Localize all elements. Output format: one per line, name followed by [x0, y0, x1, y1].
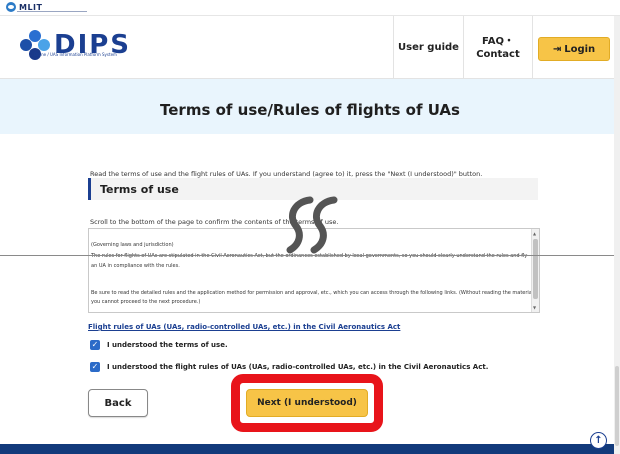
terms-scrollbar[interactable]: ▲ ▼ — [531, 229, 539, 312]
page-break-icon — [286, 196, 338, 254]
page-hero: Terms of use/Rules of flights of UAs — [0, 79, 620, 134]
terms-checkbox-row[interactable]: ✓ I understood the terms of use. — [90, 340, 228, 350]
scroll-up-icon[interactable]: ▲ — [533, 231, 536, 236]
intro-text: Read the terms of use and the flight rul… — [90, 170, 483, 178]
arrow-up-icon[interactable]: ↑ — [590, 432, 607, 449]
check-icon[interactable]: ✓ — [90, 340, 100, 350]
terms-line: an UA in compliance with the rules. — [91, 263, 180, 269]
government-bar: MLIT — [0, 0, 620, 16]
terms-line: Be sure to read the detailed rules and t… — [91, 290, 538, 296]
terms-line: (Governing laws and jurisdiction) — [91, 242, 174, 248]
page-title: Terms of use/Rules of flights of UAs — [160, 100, 460, 119]
mlit-emblem-icon — [6, 2, 16, 12]
nav-faq-label: FAQ・ — [482, 35, 514, 47]
nav-faq-contact[interactable]: FAQ・ Contact — [463, 16, 533, 79]
nav-user-guide[interactable]: User guide — [393, 16, 463, 79]
mlit-subtitle-line — [17, 11, 87, 12]
rules-checkbox-row[interactable]: ✓ I understood the flight rules of UAs (… — [90, 362, 488, 372]
page-break-line — [0, 255, 620, 256]
terms-checkbox-label: I understood the terms of use. — [107, 341, 228, 349]
login-icon: ⇥ — [552, 43, 562, 55]
terms-line: you cannot proceed to the next procedure… — [91, 299, 201, 305]
site-footer — [0, 444, 620, 454]
section-title: Terms of use — [100, 183, 179, 196]
flight-rules-link[interactable]: Flight rules of UAs (UAs, radio-controll… — [88, 323, 400, 331]
dips-logo-subtitle: Drone / UAS Information Platform System — [34, 52, 117, 57]
nav-contact-label: Contact — [476, 48, 520, 60]
page-scrollbar[interactable] — [614, 16, 620, 454]
scroll-down-icon[interactable]: ▼ — [533, 305, 536, 310]
back-button[interactable]: Back — [88, 389, 148, 417]
terms-scrollbar-thumb[interactable] — [533, 239, 538, 299]
next-button[interactable]: Next (I understood) — [246, 389, 368, 417]
rules-checkbox-label: I understood the flight rules of UAs (UA… — [107, 363, 489, 371]
page-scrollbar-thumb[interactable] — [615, 366, 619, 446]
check-icon[interactable]: ✓ — [90, 362, 100, 372]
login-button[interactable]: ⇥ Login — [538, 37, 610, 61]
login-label: Login — [564, 43, 596, 55]
